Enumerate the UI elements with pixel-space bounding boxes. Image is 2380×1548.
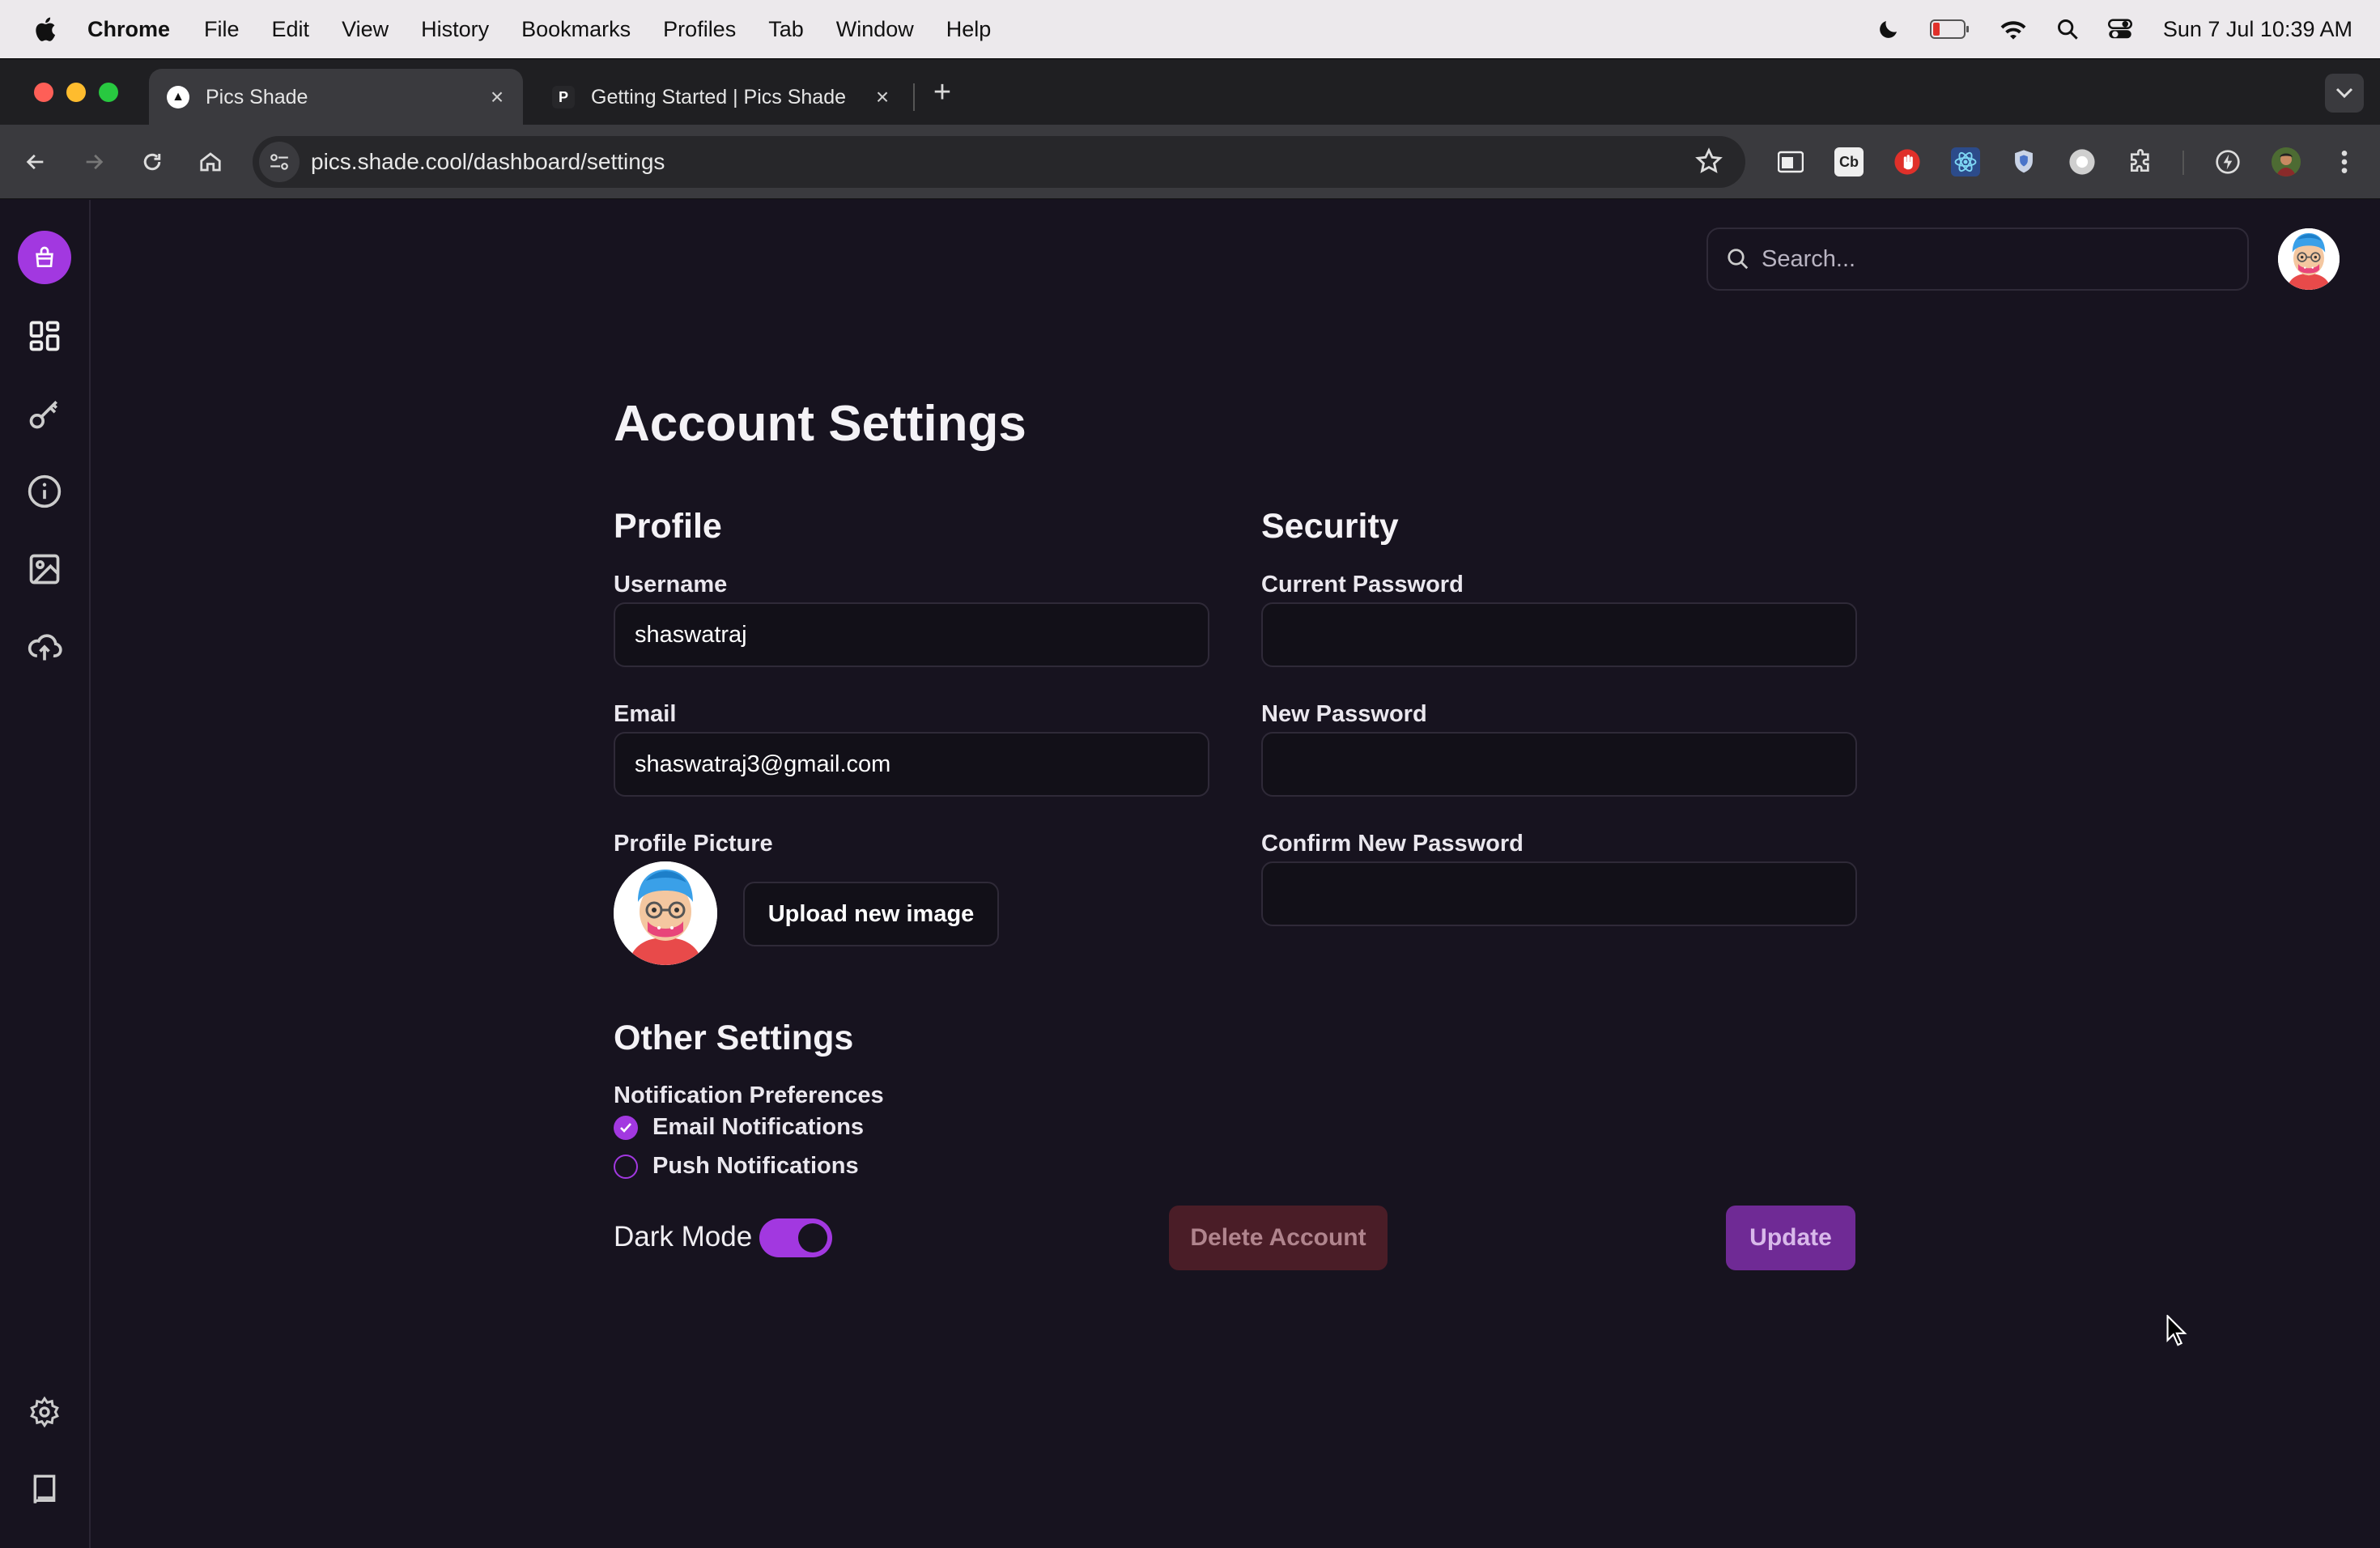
new-password-label: New Password	[1261, 701, 1427, 727]
battery-icon[interactable]	[1929, 19, 1970, 40]
push-notifications-label: Push Notifications	[652, 1153, 859, 1179]
menu-window[interactable]: Window	[836, 17, 914, 42]
security-section-title: Security	[1261, 507, 1399, 546]
close-tab-icon[interactable]: ×	[871, 84, 894, 110]
email-notifications-label: Email Notifications	[652, 1114, 865, 1140]
email-field[interactable]	[614, 732, 1209, 797]
toggle-knob	[798, 1223, 827, 1252]
profile-picture-label: Profile Picture	[614, 831, 773, 857]
menu-help[interactable]: Help	[946, 17, 992, 42]
email-notifications-checkbox[interactable]	[614, 1115, 638, 1140]
browser-tab-getting-started[interactable]: P Getting Started | Pics Shade ×	[534, 69, 908, 125]
reload-icon[interactable]	[134, 144, 170, 180]
push-notifications-option[interactable]: Push Notifications	[614, 1153, 859, 1180]
adblock-icon[interactable]	[1893, 147, 1922, 176]
upload-new-image-button[interactable]: Upload new image	[743, 882, 999, 946]
other-settings-section-title: Other Settings	[614, 1019, 854, 1057]
window-zoom-button[interactable]	[99, 83, 118, 102]
triangle-favicon-icon: ▲	[167, 86, 189, 108]
record-extension-icon[interactable]	[2068, 147, 2097, 176]
react-devtools-icon[interactable]	[1951, 147, 1980, 176]
bookmark-star-icon[interactable]	[1695, 147, 1723, 179]
new-tab-plus-icon[interactable]: +	[928, 74, 957, 111]
tab-title: Pics Shade	[206, 85, 308, 108]
tab-title: Getting Started | Pics Shade	[591, 85, 847, 108]
profile-picture-avatar	[614, 861, 717, 965]
site-info-icon[interactable]	[259, 142, 300, 182]
menu-edit[interactable]: Edit	[272, 17, 310, 42]
spotlight-search-icon[interactable]	[2056, 18, 2079, 40]
new-password-field[interactable]	[1261, 732, 1857, 797]
p-favicon-icon: P	[552, 86, 575, 108]
control-center-icon[interactable]	[2107, 18, 2132, 40]
profile-section-title: Profile	[614, 507, 722, 546]
current-password-label: Current Password	[1261, 572, 1464, 598]
menu-bookmarks[interactable]: Bookmarks	[521, 17, 631, 42]
home-icon[interactable]	[193, 144, 228, 180]
close-tab-icon[interactable]: ×	[486, 84, 508, 110]
settings-gear-icon[interactable]	[18, 1385, 71, 1439]
avatar-cartoon-icon	[2278, 228, 2340, 290]
notification-preferences-label: Notification Preferences	[614, 1082, 884, 1108]
username-field[interactable]	[614, 602, 1209, 667]
dashboard-icon[interactable]	[18, 309, 71, 363]
window-close-button[interactable]	[34, 83, 53, 102]
cb-extension-icon[interactable]: Cb	[1834, 147, 1864, 176]
logo-icon[interactable]	[18, 231, 71, 284]
user-avatar[interactable]	[2278, 228, 2340, 290]
forward-arrow-icon[interactable]	[76, 144, 112, 180]
tab-search-chevron-icon[interactable]	[2325, 74, 2364, 113]
profile-avatar-icon[interactable]	[2272, 147, 2301, 176]
toolbar-divider	[2182, 151, 2184, 175]
dark-mode-label: Dark Mode	[614, 1221, 753, 1252]
search-input[interactable]	[1762, 245, 2215, 273]
info-icon[interactable]	[18, 465, 71, 518]
image-icon[interactable]	[18, 542, 71, 596]
avatar-cartoon-icon	[614, 861, 717, 965]
menu-history[interactable]: History	[421, 17, 489, 42]
app-sidebar	[0, 200, 91, 1548]
delete-account-button[interactable]: Delete Account	[1169, 1206, 1388, 1270]
username-label: Username	[614, 572, 728, 598]
browser-toolbar: pics.shade.cool/dashboard/settings Cb	[0, 125, 2380, 199]
checkmark-icon	[620, 1122, 631, 1133]
url-text[interactable]: pics.shade.cool/dashboard/settings	[311, 149, 665, 175]
menu-profiles[interactable]: Profiles	[663, 17, 736, 42]
email-label: Email	[614, 701, 677, 727]
confirm-password-label: Confirm New Password	[1261, 831, 1524, 857]
menu-view[interactable]: View	[342, 17, 389, 42]
search-icon	[1726, 247, 1750, 271]
browser-tab-pics-shade[interactable]: ▲ Pics Shade ×	[149, 69, 523, 125]
menu-file[interactable]: File	[204, 17, 240, 42]
cloud-upload-icon[interactable]	[18, 620, 71, 674]
macos-menu-bar: Chrome File Edit View History Bookmarks …	[0, 0, 2380, 58]
confirm-password-field[interactable]	[1261, 861, 1857, 926]
back-arrow-icon[interactable]	[18, 144, 53, 180]
reader-mode-icon[interactable]	[1776, 147, 1805, 176]
wifi-icon[interactable]	[2000, 18, 2027, 40]
menu-app-name[interactable]: Chrome	[87, 17, 170, 42]
apple-logo-icon[interactable]	[32, 15, 57, 43]
docs-book-icon[interactable]	[18, 1463, 71, 1516]
update-button[interactable]: Update	[1726, 1206, 1855, 1270]
push-notifications-checkbox[interactable]	[614, 1154, 638, 1179]
browser-tab-strip: ▲ Pics Shade × P Getting Started | Pics …	[0, 58, 2380, 125]
window-minimize-button[interactable]	[66, 83, 86, 102]
puzzle-extensions-icon[interactable]	[2126, 147, 2155, 176]
tab-divider	[913, 83, 915, 111]
shield-extension-icon[interactable]	[2009, 147, 2038, 176]
search-box[interactable]	[1706, 228, 2249, 291]
current-password-field[interactable]	[1261, 602, 1857, 667]
email-notifications-option[interactable]: Email Notifications	[614, 1114, 864, 1141]
menu-bar-clock[interactable]: Sun 7 Jul 10:39 AM	[2163, 17, 2352, 42]
key-icon[interactable]	[18, 387, 71, 440]
menu-tab[interactable]: Tab	[768, 17, 804, 42]
performance-icon[interactable]	[2213, 147, 2242, 176]
moon-icon[interactable]	[1876, 17, 1901, 41]
more-menu-icon[interactable]	[2330, 147, 2359, 176]
address-bar[interactable]: pics.shade.cool/dashboard/settings	[253, 136, 1745, 188]
dark-mode-toggle[interactable]	[759, 1218, 832, 1257]
mouse-cursor-icon	[2166, 1315, 2187, 1346]
page-title: Account Settings	[614, 396, 1026, 452]
